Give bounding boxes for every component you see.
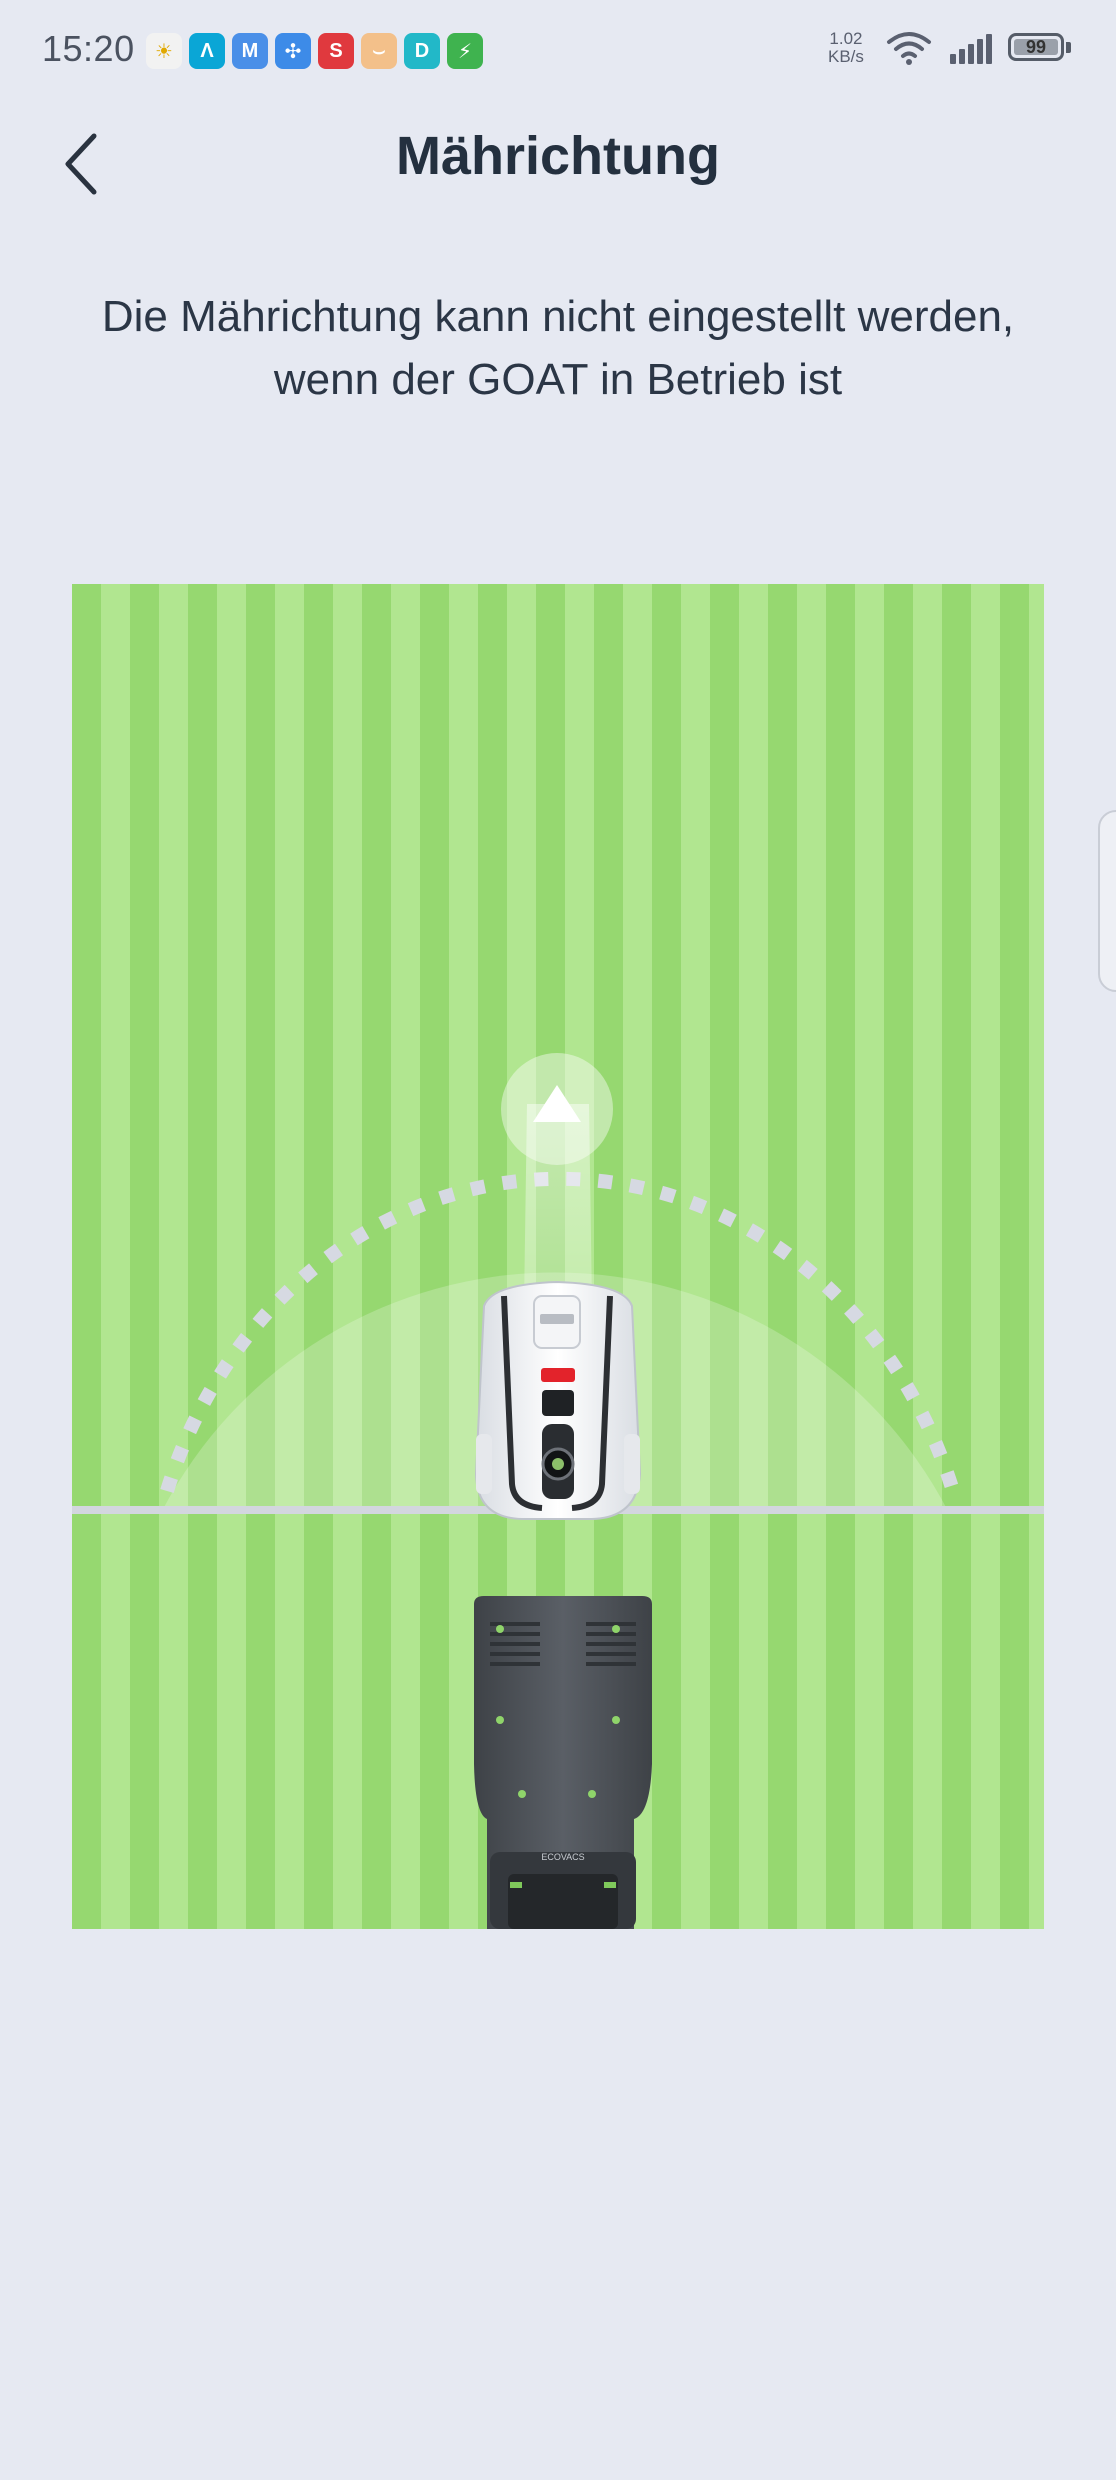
battery-level: 99 — [1025, 36, 1047, 57]
fan-app-icon: ✣ — [275, 33, 311, 69]
lawn-stripe — [1029, 584, 1044, 1929]
lawn-stripe — [855, 584, 884, 1929]
notification-icons: ☀ Λ M ✣ S ⌣ D ⚡ — [146, 33, 483, 69]
dock-brand-label: ECOVACS — [541, 1852, 584, 1862]
lawn-stripe — [710, 584, 739, 1929]
lawn-stripe — [217, 584, 246, 1929]
lawn-stripe — [72, 584, 101, 1929]
status-time: 15:20 — [42, 28, 135, 69]
battery-icon: 99 — [1008, 33, 1064, 61]
lawn-stripe — [391, 584, 420, 1929]
lawn-stripe — [159, 584, 188, 1929]
arc-app-icon: Λ — [189, 33, 225, 69]
lawn-stripe — [884, 584, 913, 1929]
lawn-stripe — [1000, 584, 1029, 1929]
d-app-icon: D — [404, 33, 440, 69]
lawn-stripe — [275, 584, 304, 1929]
page-title: Mährichtung — [396, 126, 720, 186]
lawn-stripe — [420, 584, 449, 1929]
lawn-stripe — [246, 584, 275, 1929]
lawn-stripe — [942, 584, 971, 1929]
weather-app-icon: ☀ — [146, 33, 182, 69]
lawn-stripe — [362, 584, 391, 1929]
lawn-stripe — [188, 584, 217, 1929]
signal-icon — [950, 34, 994, 69]
mowing-direction-illustration: ECOVACS — [72, 584, 1044, 1929]
page: 15:20 ☀ Λ M ✣ S ⌣ D ⚡ 1.02 KB/s 99 Mähri… — [0, 0, 1116, 2480]
status-bar: 15:20 ☀ Λ M ✣ S ⌣ D ⚡ 1.02 KB/s 99 — [0, 0, 1116, 100]
network-speed: 1.02 KB/s — [828, 30, 864, 66]
lawn-stripe — [971, 584, 1000, 1929]
network-speed-unit: KB/s — [828, 47, 864, 66]
lawn-stripe — [449, 584, 478, 1929]
lawn-stripe — [797, 584, 826, 1929]
s-app-icon: S — [318, 33, 354, 69]
battery-app-icon: ⚡ — [447, 33, 483, 69]
lawn-stripe — [652, 584, 681, 1929]
info-message: Die Mährichtung kann nicht eingestellt w… — [101, 292, 1015, 404]
network-speed-value: 1.02 — [829, 29, 863, 48]
lawn-stripe — [130, 584, 159, 1929]
lawn-stripe — [826, 584, 855, 1929]
mail-app-icon: M — [232, 33, 268, 69]
wifi-icon — [886, 30, 932, 71]
lawn-stripe — [913, 584, 942, 1929]
mower-image — [474, 1280, 642, 1520]
lawn-stripe — [739, 584, 768, 1929]
lawn-stripe — [101, 584, 130, 1929]
charging-dock-image: ECOVACS — [474, 1596, 652, 1929]
battery-tip — [1066, 42, 1071, 53]
amazon-app-icon: ⌣ — [361, 33, 397, 69]
lawn-stripe — [681, 584, 710, 1929]
side-panel-handle[interactable] — [1098, 810, 1116, 992]
direction-arrow-badge[interactable] — [501, 1053, 613, 1165]
